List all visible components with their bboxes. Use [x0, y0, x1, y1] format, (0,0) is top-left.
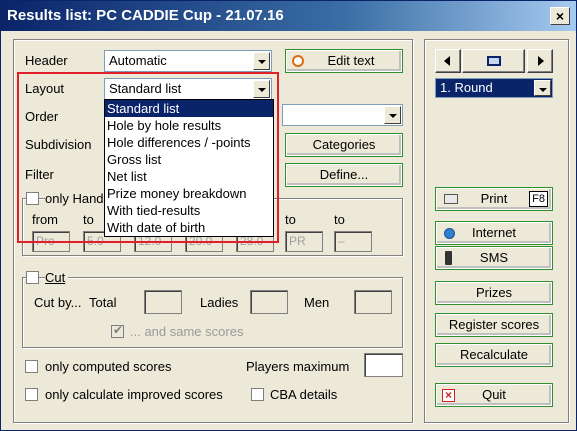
print-label: Print: [480, 191, 508, 206]
cut-label: Cut: [45, 270, 69, 285]
layout-option[interactable]: Hole differences / -points: [105, 134, 273, 151]
define-button[interactable]: Define...: [285, 163, 403, 187]
only-computed-label: only computed scores: [45, 359, 172, 374]
only-handicap-checkbox[interactable]: [26, 192, 39, 205]
layout-option[interactable]: With date of birth: [105, 219, 273, 236]
close-icon: ×: [442, 389, 455, 402]
title-bar: Results list: PC CADDIE Cup - 21.07.16 ×: [1, 1, 576, 31]
printer-icon: [487, 56, 501, 66]
players-max-label: Players maximum: [246, 359, 350, 374]
quit-label: Quit: [482, 387, 506, 402]
arrow-left-icon: [444, 56, 450, 66]
filter-label: Filter: [25, 167, 54, 182]
handicap-field-6[interactable]: PR: [285, 231, 323, 252]
from-label: from: [32, 212, 58, 227]
layout-option[interactable]: Prize money breakdown: [105, 185, 273, 202]
phone-icon: [445, 251, 452, 265]
print-button[interactable]: Print F8: [435, 187, 553, 211]
printer-icon: [444, 194, 458, 204]
layout-option[interactable]: Standard list: [105, 100, 273, 117]
previous-round-button[interactable]: [435, 49, 461, 73]
edit-text-label: Edit text: [327, 53, 375, 68]
sms-button[interactable]: SMS: [435, 246, 553, 270]
handicap-field-7[interactable]: –: [334, 231, 372, 252]
layout-label: Layout: [25, 81, 65, 96]
print-shortcut: F8: [529, 191, 548, 207]
internet-button[interactable]: Internet: [435, 221, 553, 245]
header-select-value: Automatic: [109, 53, 167, 68]
total-field[interactable]: [144, 290, 182, 314]
only-improved-checkbox[interactable]: [25, 388, 38, 401]
ladies-label: Ladies: [200, 295, 239, 310]
layout-select[interactable]: Standard list: [104, 78, 272, 100]
chevron-down-icon[interactable]: [253, 80, 270, 98]
next-round-button[interactable]: [527, 49, 553, 73]
cut-by-label: Cut by...: [34, 295, 82, 310]
layout-dropdown-list: Standard list Hole by hole results Hole …: [104, 99, 274, 237]
order-label: Order: [25, 109, 59, 124]
to-label: to: [83, 212, 94, 227]
players-max-field[interactable]: [364, 353, 403, 377]
subdivision-label: Subdivision: [25, 137, 92, 152]
chevron-down-icon[interactable]: [384, 106, 401, 124]
layout-option[interactable]: Hole by hole results: [105, 117, 273, 134]
same-scores-label: ... and same scores: [130, 324, 244, 339]
same-scores-checkbox[interactable]: ✔: [111, 323, 124, 338]
cba-label: CBA details: [270, 387, 338, 402]
quit-button[interactable]: × Quit: [435, 383, 553, 407]
layout-option[interactable]: With tied-results: [105, 202, 273, 219]
header-label: Header: [25, 53, 68, 68]
round-select[interactable]: 1. Round: [435, 78, 553, 98]
only-handicap-label: only Hand: [45, 191, 107, 206]
header-select[interactable]: Automatic: [104, 50, 272, 72]
layout-option[interactable]: Gross list: [105, 151, 273, 168]
register-scores-button[interactable]: Register scores: [435, 313, 553, 337]
only-improved-label: only calculate improved scores: [45, 387, 223, 402]
order-select-secondary[interactable]: [282, 104, 403, 126]
check-icon: ✔: [113, 323, 124, 337]
chevron-down-icon[interactable]: [253, 52, 270, 70]
handicap-field-1[interactable]: Pro: [32, 231, 70, 252]
results-list-window: Results list: PC CADDIE Cup - 21.07.16 ×…: [0, 0, 577, 431]
globe-icon: [444, 228, 455, 239]
edit-icon: [292, 55, 304, 67]
print-round-button[interactable]: [462, 49, 525, 73]
prizes-button[interactable]: Prizes: [435, 281, 553, 305]
edit-text-button[interactable]: Edit text: [285, 49, 403, 73]
round-select-value: 1. Round: [440, 80, 493, 95]
window-title: Results list: PC CADDIE Cup - 21.07.16: [7, 7, 284, 24]
only-computed-checkbox[interactable]: [25, 360, 38, 373]
men-field[interactable]: [354, 290, 392, 314]
sms-label: SMS: [479, 250, 509, 265]
to-label-2: to: [285, 212, 296, 227]
recalculate-button[interactable]: Recalculate: [435, 343, 553, 367]
men-label: Men: [304, 295, 330, 310]
close-button[interactable]: ×: [550, 7, 570, 25]
total-label: Total: [89, 295, 117, 310]
categories-button[interactable]: Categories: [285, 133, 403, 157]
cut-checkbox[interactable]: [26, 271, 39, 284]
ladies-field[interactable]: [250, 290, 288, 314]
to-label-3: to: [334, 212, 345, 227]
internet-label: Internet: [471, 225, 517, 240]
chevron-down-icon[interactable]: [534, 80, 551, 96]
cba-checkbox[interactable]: [251, 388, 264, 401]
arrow-right-icon: [538, 56, 544, 66]
layout-option[interactable]: Net list: [105, 168, 273, 185]
layout-select-value: Standard list: [109, 81, 182, 96]
